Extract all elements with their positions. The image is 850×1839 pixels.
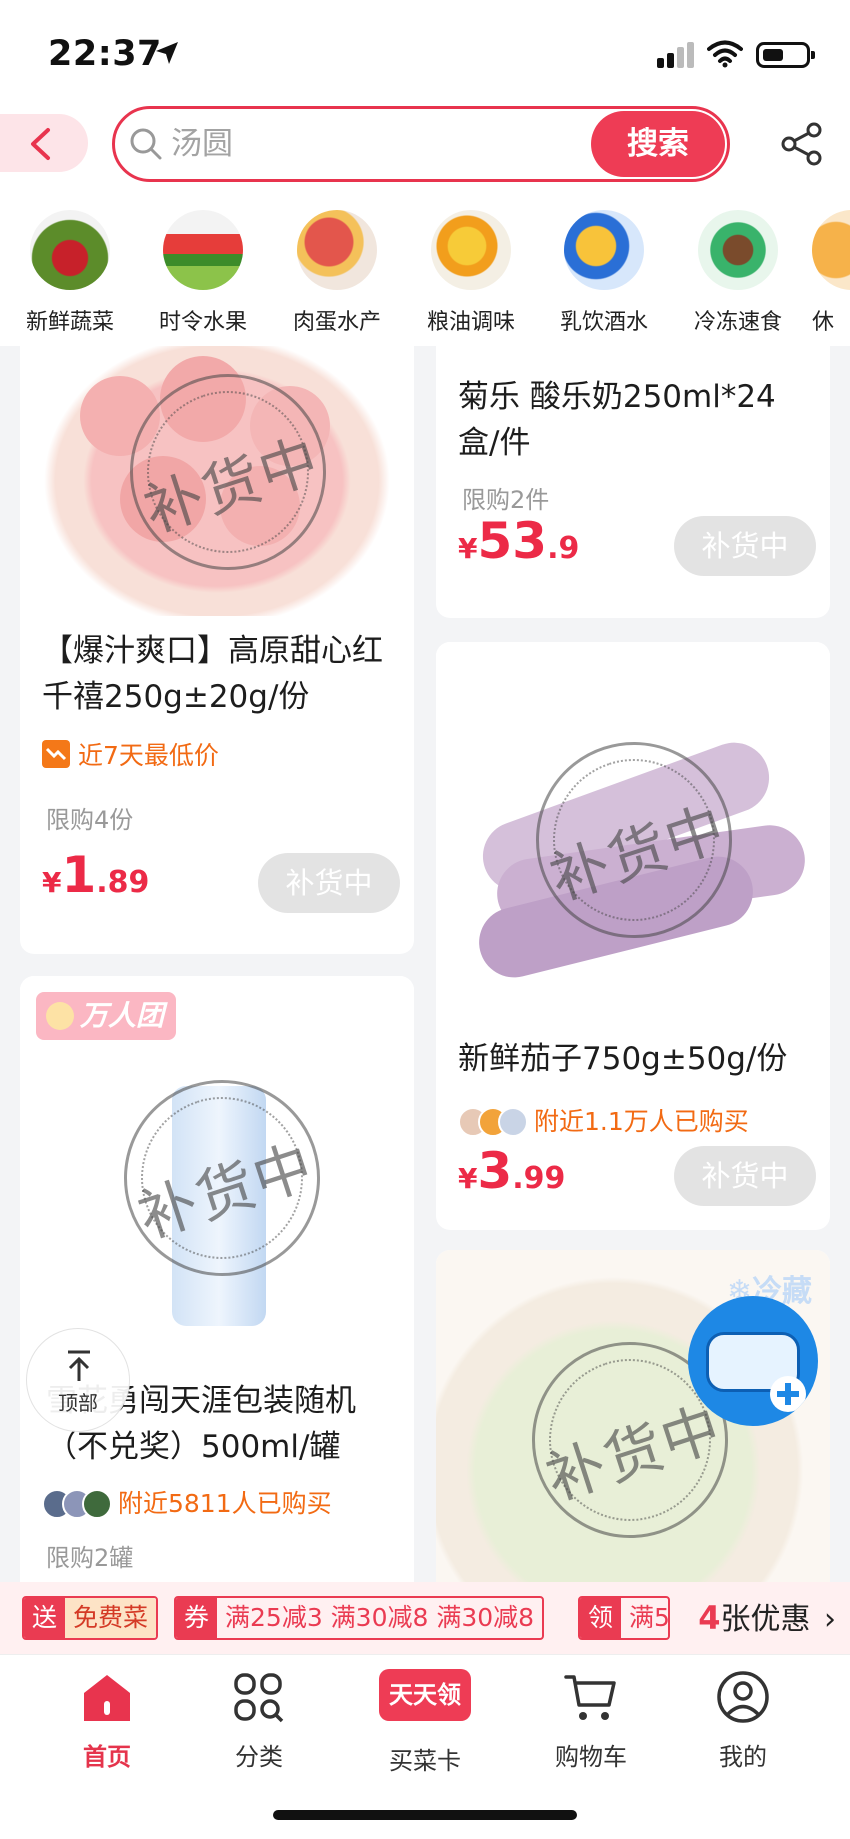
tab-profile[interactable]: 我的 (668, 1665, 818, 1772)
claim-coupon[interactable]: 领满5 (578, 1596, 670, 1640)
restock-button[interactable]: 补货中 (258, 853, 400, 913)
product-title: 【爆汁爽口】高原甜心红千禧250g±20g/份 (42, 633, 383, 715)
purchase-limit: 限购2罐 (46, 1544, 134, 1572)
category-oil-grain[interactable]: 粮油调味 (411, 210, 531, 336)
product-image: 补货中 (436, 642, 830, 1022)
purchase-limit: 限购4份 (46, 806, 134, 834)
back-button[interactable] (0, 114, 88, 172)
oil-grain-icon (431, 210, 511, 290)
purchase-limit: 限购2件 (462, 486, 550, 514)
search-input[interactable] (171, 119, 591, 169)
user-icon (717, 1671, 769, 1723)
discount-coupon[interactable]: 券满25减3 满30减8 满30减8 (174, 1596, 545, 1640)
product-title: 菊乐 酸乐奶250ml*24盒/件 (458, 379, 776, 461)
meat-egg-icon (297, 210, 377, 290)
status-time: 22:37 (48, 34, 162, 74)
search-header: 搜索 (0, 98, 850, 190)
category-fruits[interactable]: 时令水果 (143, 210, 263, 336)
back-to-top-button[interactable]: 顶部 (26, 1328, 130, 1432)
tab-home[interactable]: 首页 (32, 1665, 182, 1772)
daily-claim-badge: 天天领 (379, 1669, 471, 1721)
category-snack[interactable]: 休 (812, 210, 850, 336)
chevron-right-icon: › (824, 1602, 836, 1637)
category-row: 新鲜蔬菜 时令水果 肉蛋水产 粮油调味 乳饮酒水 冷冻速食 休 (0, 190, 850, 346)
product-price: ¥53.9 (458, 512, 580, 570)
product-image: 补货中 (20, 346, 414, 616)
arrow-up-icon (68, 1350, 90, 1381)
category-drinks[interactable]: 乳饮酒水 (544, 210, 664, 336)
share-icon[interactable] (780, 122, 824, 166)
tab-cart[interactable]: 购物车 (516, 1665, 666, 1772)
coupon-count[interactable]: 4张优惠 › (698, 1596, 836, 1642)
coupon-strip[interactable]: 送免费菜 券满25减3 满30减8 满30减8 领满5 4张优惠 › (0, 1582, 850, 1654)
wifi-icon (707, 40, 743, 68)
product-card[interactable]: 菊乐 酸乐奶250ml*24盒/件 限购2件 ¥53.9 补货中 (436, 346, 830, 618)
product-price: ¥3.99 (458, 1142, 566, 1200)
trend-down-icon (42, 740, 70, 768)
tab-veg-card[interactable]: 天天领 买菜卡 (350, 1665, 500, 1776)
cart-icon (564, 1675, 616, 1720)
battery-icon (756, 42, 815, 68)
category-vegetables[interactable]: 新鲜蔬菜 (10, 210, 130, 336)
product-price: ¥1.89 (42, 846, 150, 904)
vegetables-icon (30, 210, 110, 290)
chevron-left-icon (31, 128, 50, 160)
snack-icon (812, 210, 850, 290)
frozen-food-icon (698, 210, 778, 290)
search-button[interactable]: 搜索 (591, 111, 725, 177)
product-card[interactable]: 补货中 【爆汁爽口】高原甜心红千禧250g±20g/份 近7天最低价 限购4份 … (20, 346, 414, 954)
category-grid-icon (234, 1673, 284, 1723)
nearby-buyers: 附近5811人已购买 (42, 1484, 332, 1520)
category-frozen[interactable]: 冷冻速食 (678, 210, 798, 336)
home-icon (84, 1675, 130, 1721)
flame-icon (46, 1002, 74, 1030)
drinks-icon (564, 210, 644, 290)
nearby-buyers: 附近1.1万人已购买 (458, 1102, 749, 1138)
search-icon (130, 128, 162, 160)
restock-button[interactable]: 补货中 (674, 516, 816, 576)
location-arrow-icon (156, 42, 178, 64)
category-meat-egg[interactable]: 肉蛋水产 (277, 210, 397, 336)
status-bar: 22:37 (0, 0, 850, 98)
avatar (498, 1107, 528, 1137)
tab-category[interactable]: 分类 (184, 1665, 334, 1772)
product-title: 新鲜茄子750g±50g/份 (458, 1041, 788, 1077)
health-mask-float-icon[interactable] (688, 1296, 818, 1426)
product-card[interactable]: 补货中 新鲜茄子750g±50g/份 附近1.1万人已购买 ¥3.99 补货中 (436, 642, 830, 1230)
restock-stamp: 补货中 (98, 1054, 346, 1302)
home-indicator (273, 1810, 577, 1820)
signal-icon (657, 42, 694, 68)
watermelon-icon (163, 210, 243, 290)
lowest-price-tag: 近7天最低价 (42, 736, 219, 772)
restock-button[interactable]: 补货中 (674, 1146, 816, 1206)
avatar (82, 1489, 112, 1519)
free-veg-coupon[interactable]: 送免费菜 (22, 1596, 159, 1640)
search-box: 搜索 (112, 106, 730, 182)
group-buy-badge: 万人团 (36, 992, 177, 1040)
product-card[interactable]: 补货中 万人团 雪花勇闯天涯包装随机（不兑奖）500ml/罐 附近5811人已购… (20, 976, 414, 1582)
